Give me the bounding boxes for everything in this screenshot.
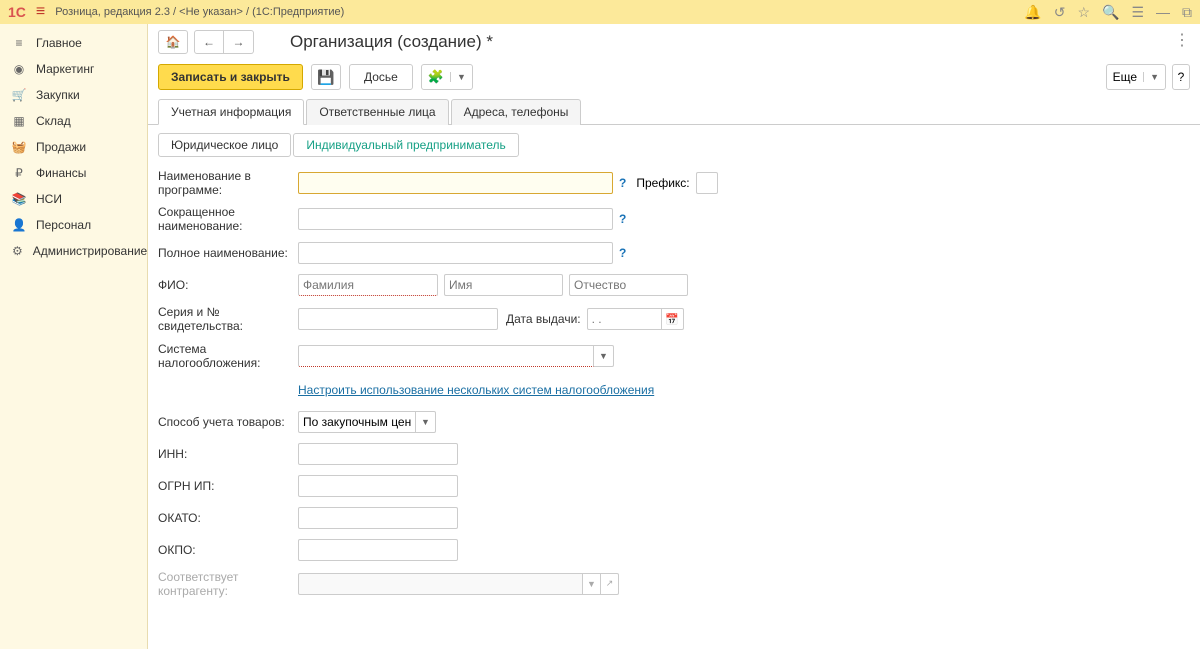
issue-date-label: Дата выдачи: bbox=[506, 312, 581, 326]
breadcrumb: Розница, редакция 2.3 / <Не указан> / (1… bbox=[55, 6, 344, 18]
bell-icon[interactable]: 🔔 bbox=[1024, 4, 1041, 21]
sidebar-label: Персонал bbox=[36, 218, 91, 232]
prefix-label: Префикс: bbox=[636, 176, 689, 190]
sidebar-item-main[interactable]: ≡ Главное bbox=[0, 30, 147, 56]
name-in-program-label: Наименование в программе: bbox=[158, 169, 298, 197]
books-icon: 📚 bbox=[12, 192, 26, 206]
person-icon: 👤 bbox=[12, 218, 26, 232]
ogrn-input[interactable] bbox=[298, 475, 458, 497]
hamburger-icon[interactable]: ≡ bbox=[36, 3, 45, 21]
subtab-legal-entity[interactable]: Юридическое лицо bbox=[158, 133, 291, 157]
help-icon[interactable]: ? bbox=[619, 246, 626, 260]
dossier-button[interactable]: Досье bbox=[349, 64, 413, 90]
sidebar-label: Главное bbox=[36, 36, 82, 50]
dropdown-button[interactable]: ▼ bbox=[594, 345, 614, 367]
list-icon: ≡ bbox=[12, 36, 26, 50]
home-button[interactable]: 🏠 bbox=[158, 30, 188, 54]
fio-label: ФИО: bbox=[158, 278, 298, 292]
open-button: ↗ bbox=[601, 573, 619, 595]
patronymic-input[interactable] bbox=[569, 274, 688, 296]
name-in-program-input[interactable] bbox=[298, 172, 613, 194]
accounting-method-input[interactable] bbox=[298, 411, 416, 433]
basket-icon: 🧺 bbox=[12, 140, 26, 154]
ruble-icon: ₽ bbox=[12, 166, 26, 180]
star-icon[interactable]: ☆ bbox=[1077, 4, 1090, 21]
accounting-method-label: Способ учета товаров: bbox=[158, 415, 298, 429]
tab-addresses[interactable]: Адреса, телефоны bbox=[451, 99, 582, 125]
globe-icon: ◉ bbox=[12, 62, 26, 76]
full-name-input[interactable] bbox=[298, 242, 613, 264]
configure-tax-link[interactable]: Настроить использование нескольких систе… bbox=[298, 383, 654, 397]
certificate-input[interactable] bbox=[298, 308, 498, 330]
dropdown-button: ▼ bbox=[583, 573, 601, 595]
sidebar-label: Закупки bbox=[36, 88, 80, 102]
tab-account-info[interactable]: Учетная информация bbox=[158, 99, 304, 125]
sidebar-label: Финансы bbox=[36, 166, 86, 180]
name-input[interactable] bbox=[444, 274, 563, 296]
sidebar-item-admin[interactable]: ⚙ Администрирование bbox=[0, 238, 147, 264]
counterparty-input bbox=[298, 573, 583, 595]
history-icon[interactable]: ↺ bbox=[1054, 4, 1066, 21]
sidebar-item-purchases[interactable]: 🛒 Закупки bbox=[0, 82, 147, 108]
sidebar-item-personnel[interactable]: 👤 Персонал bbox=[0, 212, 147, 238]
tax-system-input[interactable] bbox=[298, 345, 594, 367]
logo-1c: 1С bbox=[8, 4, 26, 20]
kebab-menu-icon[interactable]: ⋮ bbox=[1174, 30, 1190, 50]
sidebar-label: НСИ bbox=[36, 192, 62, 206]
sidebar-label: Администрирование bbox=[33, 244, 147, 258]
inn-input[interactable] bbox=[298, 443, 458, 465]
cart-icon: 🛒 bbox=[12, 88, 26, 102]
pie-chart-icon: 🧩 bbox=[422, 69, 450, 85]
surname-input[interactable] bbox=[298, 274, 438, 296]
sidebar-label: Маркетинг bbox=[36, 62, 94, 76]
floppy-icon: 💾 bbox=[317, 69, 334, 86]
short-name-label: Сокращенное наименование: bbox=[158, 205, 298, 233]
sidebar-item-sales[interactable]: 🧺 Продажи bbox=[0, 134, 147, 160]
chart-dropdown-button[interactable]: 🧩 ▼ bbox=[421, 64, 473, 90]
forward-button[interactable]: → bbox=[224, 30, 254, 54]
prefix-input[interactable] bbox=[696, 172, 718, 194]
sidebar: ≡ Главное ◉ Маркетинг 🛒 Закупки ▦ Склад 🧺 Про… bbox=[0, 24, 148, 649]
back-button[interactable]: ← bbox=[194, 30, 224, 54]
more-button[interactable]: Еще ▼ bbox=[1106, 64, 1166, 90]
save-and-close-button[interactable]: Записать и закрыть bbox=[158, 64, 303, 90]
tax-system-label: Система налогообложения: bbox=[158, 342, 298, 370]
ogrn-label: ОГРН ИП: bbox=[158, 479, 298, 493]
sidebar-item-finance[interactable]: ₽ Финансы bbox=[0, 160, 147, 186]
grid-icon: ▦ bbox=[12, 114, 26, 128]
sidebar-item-warehouse[interactable]: ▦ Склад bbox=[0, 108, 147, 134]
calendar-button[interactable]: 📅 bbox=[662, 308, 684, 330]
sidebar-label: Склад bbox=[36, 114, 71, 128]
sidebar-label: Продажи bbox=[36, 140, 86, 154]
okato-input[interactable] bbox=[298, 507, 458, 529]
help-button[interactable]: ? bbox=[1172, 64, 1190, 90]
sidebar-item-nsi[interactable]: 📚 НСИ bbox=[0, 186, 147, 212]
okpo-label: ОКПО: bbox=[158, 543, 298, 557]
subtab-individual[interactable]: Индивидуальный предприниматель bbox=[293, 133, 518, 157]
caret-down-icon: ▼ bbox=[450, 72, 472, 82]
tab-responsible[interactable]: Ответственные лица bbox=[306, 99, 448, 125]
help-icon[interactable]: ? bbox=[619, 212, 626, 226]
certificate-label: Серия и № свидетельства: bbox=[158, 305, 298, 334]
issue-date-input[interactable] bbox=[587, 308, 662, 330]
okpo-input[interactable] bbox=[298, 539, 458, 561]
search-icon[interactable]: 🔍 bbox=[1102, 4, 1119, 21]
full-name-label: Полное наименование: bbox=[158, 246, 298, 260]
sidebar-item-marketing[interactable]: ◉ Маркетинг bbox=[0, 56, 147, 82]
dropdown-button[interactable]: ▼ bbox=[416, 411, 436, 433]
restore-icon[interactable]: ⧉ bbox=[1182, 4, 1192, 21]
filter-icon[interactable]: ☰ bbox=[1131, 4, 1144, 21]
inn-label: ИНН: bbox=[158, 447, 298, 461]
caret-down-icon: ▼ bbox=[1143, 72, 1165, 82]
short-name-input[interactable] bbox=[298, 208, 613, 230]
okato-label: ОКАТО: bbox=[158, 511, 298, 525]
gear-icon: ⚙ bbox=[12, 244, 23, 258]
more-label: Еще bbox=[1107, 70, 1143, 84]
counterparty-label: Соответствует контрагенту: bbox=[158, 570, 298, 598]
page-title: Организация (создание) * bbox=[290, 32, 493, 52]
save-button[interactable]: 💾 bbox=[311, 64, 341, 90]
help-icon[interactable]: ? bbox=[619, 176, 626, 190]
minimize-icon[interactable]: — bbox=[1156, 4, 1170, 20]
